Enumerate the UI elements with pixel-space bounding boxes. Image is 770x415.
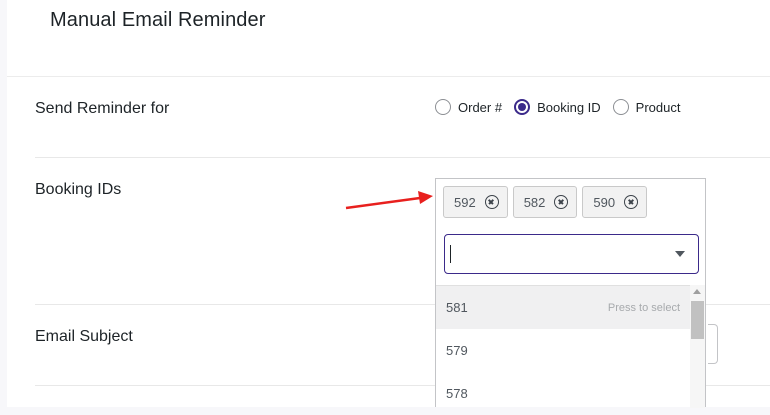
- annotation-arrow: [345, 191, 433, 210]
- annotation-arrow-shaft: [345, 196, 421, 210]
- annotation-arrow-head-icon: [418, 191, 433, 204]
